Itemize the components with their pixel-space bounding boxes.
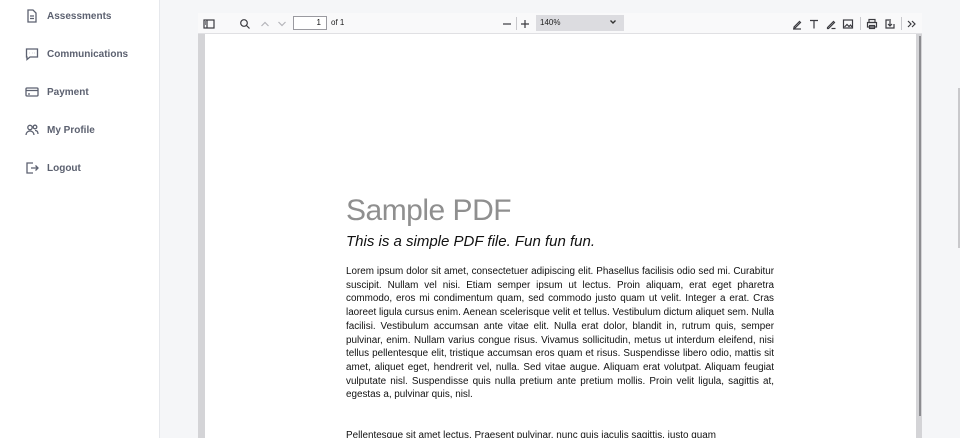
toolbar-divider xyxy=(860,17,861,30)
search-icon[interactable] xyxy=(238,16,252,31)
toolbar-divider xyxy=(516,17,517,30)
sidebar-item-payment[interactable]: Payment xyxy=(24,80,89,104)
credit-card-icon xyxy=(24,84,40,100)
document-area[interactable]: Sample PDF This is a simple PDF file. Fu… xyxy=(198,34,922,438)
previous-page-icon[interactable] xyxy=(258,16,272,31)
toolbar-divider xyxy=(901,17,902,30)
sidebar-item-label: My Profile xyxy=(47,124,95,136)
more-tools-icon[interactable] xyxy=(905,16,919,31)
pdf-subtitle: This is a simple PDF file. Fun fun fun. xyxy=(346,233,595,250)
sidebar-item-assessments[interactable]: Assessments xyxy=(24,4,111,28)
sidebar-item-logout[interactable]: Logout xyxy=(24,156,81,180)
pdf-paragraph: Lorem ipsum dolor sit amet, consectetuer… xyxy=(346,266,774,401)
image-icon[interactable] xyxy=(841,16,855,31)
sidebar-toggle-icon[interactable] xyxy=(202,16,216,31)
next-page-icon[interactable] xyxy=(275,16,289,31)
sidebar-item-label: Logout xyxy=(47,162,81,174)
page-number-input[interactable]: 1 xyxy=(293,16,327,30)
sidebar-item-my-profile[interactable]: My Profile xyxy=(24,118,95,142)
sidebar-item-label: Payment xyxy=(47,86,89,98)
pdf-paragraph: Pellentesque sit amet lectus. Praesent p… xyxy=(346,430,716,438)
chevron-down-icon xyxy=(608,17,618,33)
sidebar-item-communications[interactable]: Communications xyxy=(24,42,128,66)
users-icon xyxy=(24,122,40,138)
zoom-out-icon[interactable] xyxy=(500,16,514,31)
document-scrollbar[interactable] xyxy=(919,36,921,416)
page-count: of 1 xyxy=(331,18,345,27)
pdf-title: Sample PDF xyxy=(346,194,512,227)
sidebar-item-label: Assessments xyxy=(47,10,112,22)
zoom-value: 140% xyxy=(540,18,561,27)
download-icon[interactable] xyxy=(883,16,897,31)
logout-icon xyxy=(24,160,40,176)
pdf-page: Sample PDF This is a simple PDF file. Fu… xyxy=(205,34,916,438)
chat-icon xyxy=(24,46,40,62)
document-icon xyxy=(24,8,40,24)
sidebar-item-label: Communications xyxy=(47,48,129,60)
zoom-select[interactable]: 140% xyxy=(536,15,624,31)
highlight-icon[interactable] xyxy=(790,16,804,31)
text-icon[interactable] xyxy=(807,16,821,31)
pdf-viewer: 1 of 1 140% Sample PDF This is a simple … xyxy=(198,13,922,438)
zoom-in-icon[interactable] xyxy=(518,16,532,31)
pdf-toolbar: 1 of 1 140% xyxy=(198,13,922,34)
draw-icon[interactable] xyxy=(824,16,838,31)
sidebar: Assessments Communications Payment My Pr… xyxy=(0,0,160,438)
print-icon[interactable] xyxy=(865,16,879,31)
